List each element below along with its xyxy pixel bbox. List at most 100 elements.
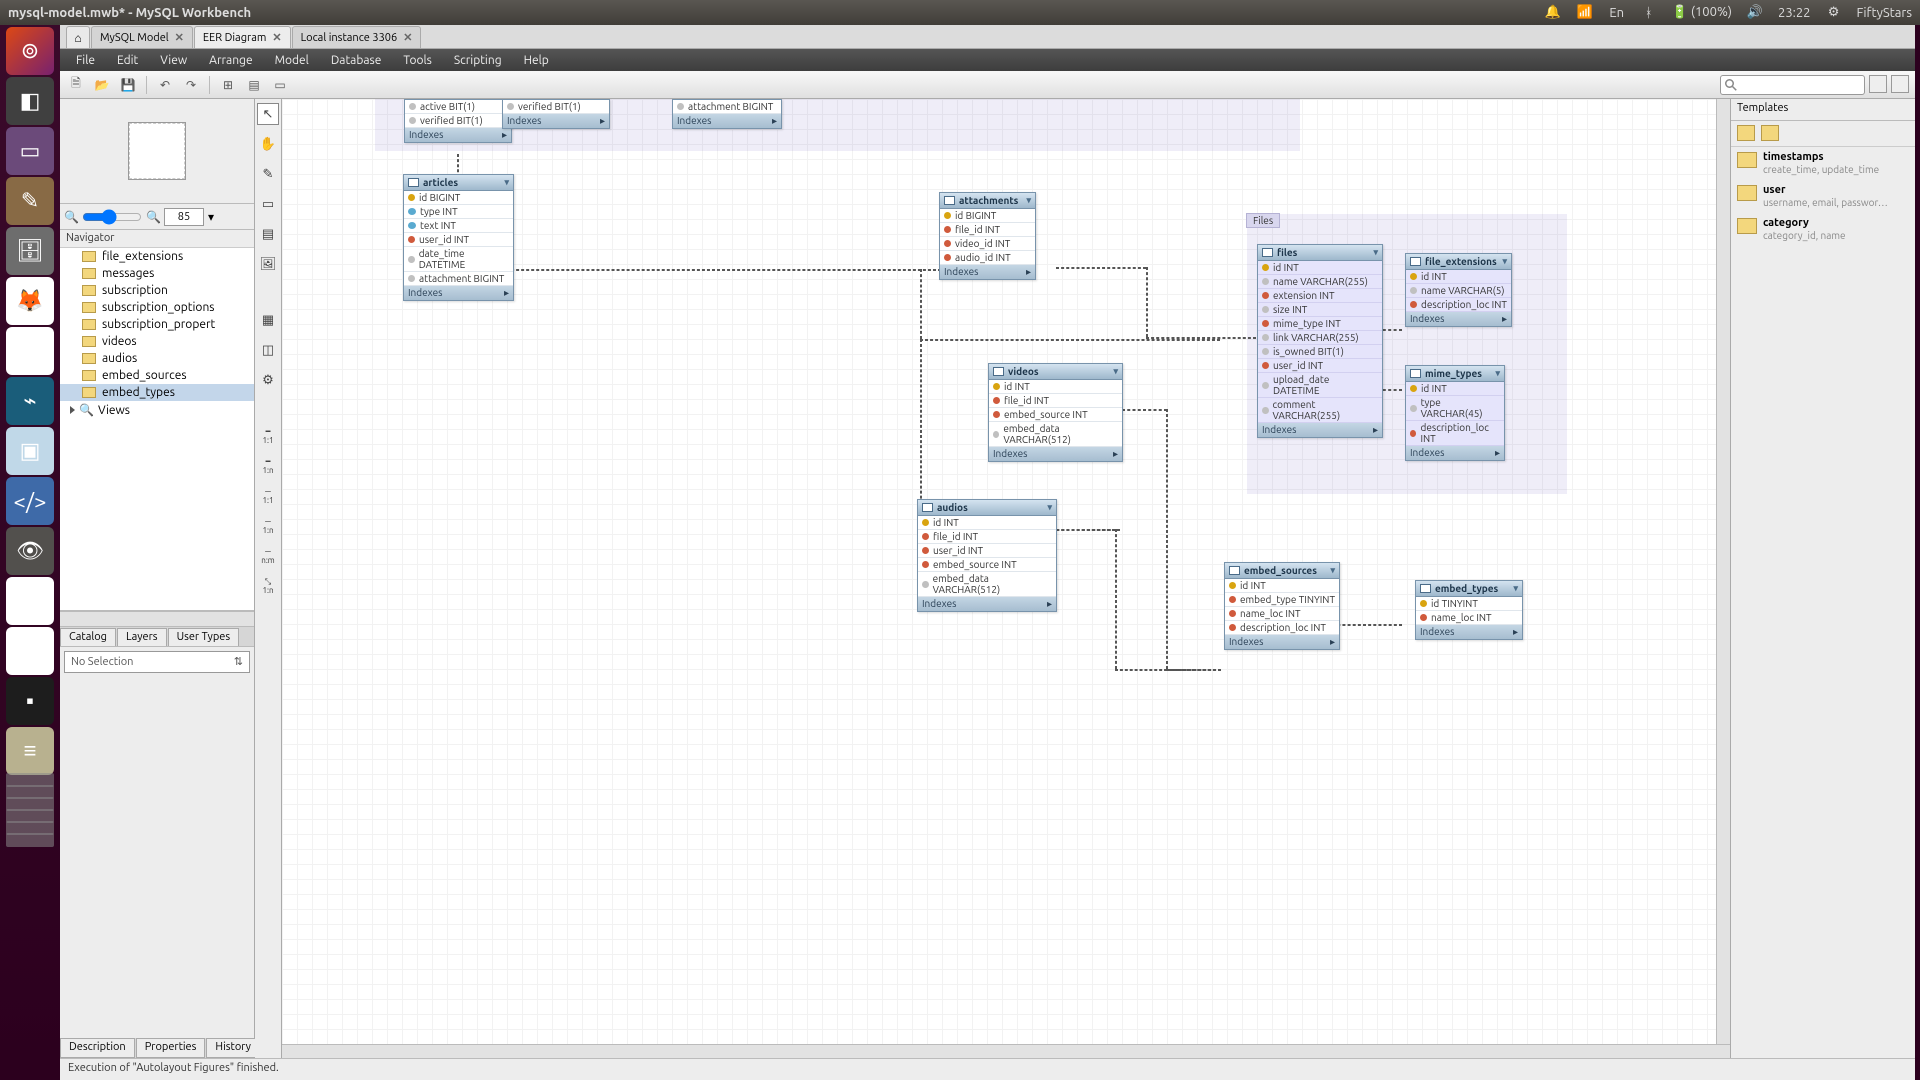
template-item[interactable]: userusername, email, passwor…	[1731, 180, 1915, 213]
menu-edit[interactable]: Edit	[107, 52, 148, 69]
launcher-files[interactable]: 🗄	[6, 227, 54, 275]
chevron-down-icon[interactable]: ▾	[1113, 366, 1118, 377]
close-icon[interactable]: ✕	[403, 31, 412, 44]
zoom-in-icon[interactable]: 🔍	[146, 210, 160, 224]
template-open-icon[interactable]	[1761, 125, 1779, 141]
tab-properties[interactable]: Properties	[136, 1038, 206, 1058]
table-audios[interactable]: audios▾ id INT file_id INT user_id INT e…	[917, 499, 1057, 612]
canvas-vscroll[interactable]	[1716, 99, 1730, 1044]
table-embed-types[interactable]: embed_types▾ id TINYINT name_loc INT Ind…	[1415, 580, 1523, 640]
zoom-out-icon[interactable]: 🔍	[64, 210, 78, 224]
template-new-icon[interactable]	[1737, 125, 1755, 141]
launcher-document[interactable]: ≣	[6, 577, 54, 625]
menu-tools[interactable]: Tools	[393, 52, 442, 69]
catalog-item[interactable]: videos	[60, 333, 254, 350]
tab-mysql-model[interactable]: MySQL Model✕	[91, 26, 193, 48]
launcher-app-2[interactable]: ▭	[6, 127, 54, 175]
zoom-value[interactable]: 85	[164, 208, 204, 226]
align-button[interactable]: ▤	[244, 75, 264, 95]
menu-model[interactable]: Model	[265, 52, 319, 69]
image-tool[interactable]: 🖼	[257, 253, 279, 275]
launcher-terminal[interactable]: ▪	[6, 677, 54, 725]
clock[interactable]: 23:22	[1778, 6, 1811, 20]
system-gear-icon[interactable]: ⚙	[1825, 4, 1843, 22]
tab-layers[interactable]: Layers	[117, 628, 167, 646]
eraser-tool[interactable]: ✎	[257, 163, 279, 185]
launcher-app-1[interactable]: ◧	[6, 77, 54, 125]
battery-indicator[interactable]: 🔋 (100%)	[1672, 5, 1732, 20]
save-button[interactable]: 💾	[118, 75, 138, 95]
notation-button[interactable]: ▭	[270, 75, 290, 95]
new-document-button[interactable]: 🗎	[66, 75, 86, 95]
catalog-item[interactable]: subscription	[60, 282, 254, 299]
close-icon[interactable]: ✕	[272, 31, 281, 44]
redo-button[interactable]: ↷	[181, 75, 201, 95]
home-tab[interactable]: ⌂	[66, 26, 90, 48]
table-embed-sources[interactable]: embed_sources▾ id INT embed_type TINYINT…	[1224, 562, 1340, 650]
table-articles[interactable]: articles▾ id BIGINT type INT text INT us…	[403, 174, 514, 301]
catalog-item[interactable]: embed_types	[60, 384, 254, 401]
launcher-monitor[interactable]: 👁	[6, 527, 54, 575]
rel-n-m[interactable]: ─n:m	[257, 545, 279, 567]
launcher-text-editor[interactable]: ✎	[6, 177, 54, 225]
table-videos[interactable]: videos▾ id INT file_id INT embed_source …	[988, 363, 1123, 462]
launcher-workbench[interactable]: ⌁	[6, 377, 54, 425]
menu-arrange[interactable]: Arrange	[199, 52, 262, 69]
canvas-hscroll[interactable]	[282, 1044, 1730, 1058]
menu-file[interactable]: File	[66, 52, 105, 69]
wifi-icon[interactable]: 📶	[1576, 4, 1594, 22]
language-indicator[interactable]: En	[1608, 4, 1626, 22]
tab-eer-diagram[interactable]: EER Diagram✕	[194, 26, 291, 48]
table-file-extensions[interactable]: file_extensions▾ id INT name VARCHAR(5) …	[1405, 253, 1512, 327]
launcher-chrome[interactable]: ◉	[6, 327, 54, 375]
hand-tool[interactable]: ✋	[257, 133, 279, 155]
search-input[interactable]	[1720, 75, 1865, 95]
eer-canvas[interactable]: Files active BIT(1) verified	[282, 99, 1730, 1058]
table-tool[interactable]: ▦	[257, 309, 279, 331]
tab-description[interactable]: Description	[60, 1038, 135, 1058]
chevron-down-icon[interactable]: ▾	[1495, 368, 1500, 379]
catalog-item[interactable]: messages	[60, 265, 254, 282]
catalog-tree[interactable]: file_extensions messages subscription su…	[60, 248, 254, 611]
username-indicator[interactable]: FiftyStars	[1857, 6, 1912, 20]
chevron-down-icon[interactable]: ▾	[1513, 583, 1518, 594]
zoom-slider[interactable]	[82, 209, 142, 225]
launcher-ide[interactable]: </>	[6, 477, 54, 525]
template-item[interactable]: timestampscreate_time, update_time	[1731, 147, 1915, 180]
minimap[interactable]	[60, 99, 254, 204]
chevron-down-icon[interactable]: ▾	[1502, 256, 1507, 267]
catalog-hscroll[interactable]	[60, 611, 254, 627]
rel-1-n-non[interactable]: ━1:n	[257, 455, 279, 477]
catalog-item[interactable]: subscription_options	[60, 299, 254, 316]
undo-button[interactable]: ↶	[155, 75, 175, 95]
chevron-down-icon[interactable]: ▾	[504, 177, 509, 188]
selection-dropdown[interactable]: No Selection⇅	[64, 651, 250, 673]
launcher-browser[interactable]: ◐	[6, 627, 54, 675]
rel-1-n[interactable]: ─1:n	[257, 515, 279, 537]
layer-tool[interactable]: ▭	[257, 193, 279, 215]
notification-icon[interactable]: 🔔	[1544, 4, 1562, 22]
note-tool[interactable]: ▤	[257, 223, 279, 245]
catalog-item[interactable]: embed_sources	[60, 367, 254, 384]
tab-local-instance[interactable]: Local instance 3306✕	[292, 26, 422, 48]
table-files[interactable]: files▾ id INT name VARCHAR(255) extensio…	[1257, 244, 1383, 438]
dash-icon[interactable]: ⊚	[6, 27, 54, 75]
volume-icon[interactable]: 🔊	[1746, 4, 1764, 22]
table-mime-types[interactable]: mime_types▾ id INT type VARCHAR(45) desc…	[1405, 365, 1505, 461]
chevron-down-icon[interactable]: ▾	[1026, 195, 1031, 206]
table-fragment[interactable]: attachment BIGINT Indexes▸	[672, 99, 782, 129]
rel-existing[interactable]: ⤡1:n	[257, 575, 279, 597]
chevron-down-icon[interactable]: ▾	[1047, 502, 1052, 513]
grid-toggle-button[interactable]: ⊞	[218, 75, 238, 95]
toggle-left-panel[interactable]	[1869, 75, 1887, 93]
open-button[interactable]: 📂	[92, 75, 112, 95]
launcher-firefox[interactable]: 🦊	[6, 277, 54, 325]
chevron-down-icon[interactable]: ▾	[1330, 565, 1335, 576]
catalog-views[interactable]: 🔍Views	[60, 401, 254, 419]
tab-usertypes[interactable]: User Types	[168, 628, 240, 646]
zoom-dropdown-icon[interactable]: ▾	[208, 210, 214, 224]
menu-help[interactable]: Help	[514, 52, 559, 69]
table-fragment[interactable]: verified BIT(1) Indexes▸	[502, 99, 610, 129]
routine-tool[interactable]: ⚙	[257, 369, 279, 391]
menu-view[interactable]: View	[150, 52, 197, 69]
